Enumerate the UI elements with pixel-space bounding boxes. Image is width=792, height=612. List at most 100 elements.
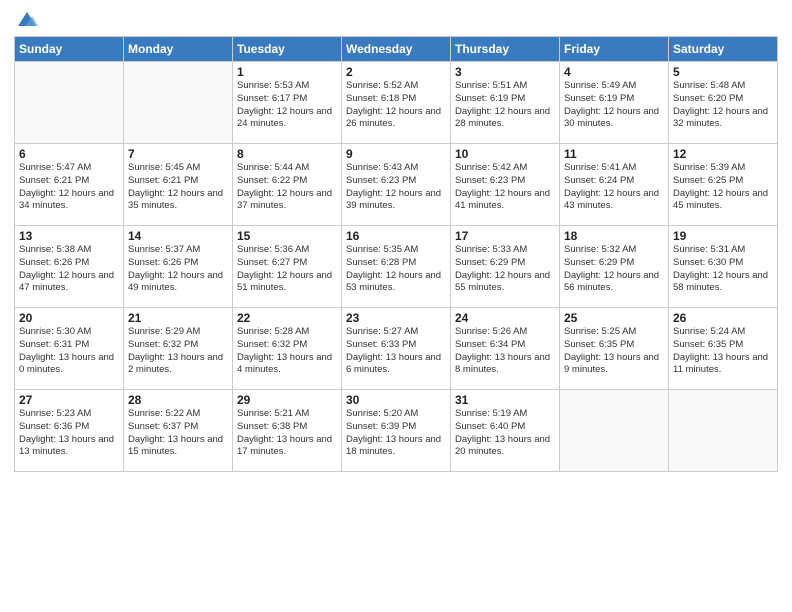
page: SundayMondayTuesdayWednesdayThursdayFrid… <box>0 0 792 612</box>
weekday-header-wednesday: Wednesday <box>342 37 451 62</box>
logo-icon <box>16 8 38 30</box>
day-number: 12 <box>673 147 773 161</box>
calendar-table: SundayMondayTuesdayWednesdayThursdayFrid… <box>14 36 778 472</box>
week-row-2: 13Sunrise: 5:38 AM Sunset: 6:26 PM Dayli… <box>15 226 778 308</box>
calendar-cell: 29Sunrise: 5:21 AM Sunset: 6:38 PM Dayli… <box>233 390 342 472</box>
calendar-cell: 8Sunrise: 5:44 AM Sunset: 6:22 PM Daylig… <box>233 144 342 226</box>
calendar-cell: 4Sunrise: 5:49 AM Sunset: 6:19 PM Daylig… <box>560 62 669 144</box>
day-info: Sunrise: 5:21 AM Sunset: 6:38 PM Dayligh… <box>237 408 337 459</box>
calendar-cell: 6Sunrise: 5:47 AM Sunset: 6:21 PM Daylig… <box>15 144 124 226</box>
calendar-cell: 12Sunrise: 5:39 AM Sunset: 6:25 PM Dayli… <box>669 144 778 226</box>
day-number: 18 <box>564 229 664 243</box>
day-number: 31 <box>455 393 555 407</box>
day-number: 9 <box>346 147 446 161</box>
day-info: Sunrise: 5:20 AM Sunset: 6:39 PM Dayligh… <box>346 408 446 459</box>
day-info: Sunrise: 5:25 AM Sunset: 6:35 PM Dayligh… <box>564 326 664 377</box>
day-info: Sunrise: 5:53 AM Sunset: 6:17 PM Dayligh… <box>237 80 337 131</box>
calendar-cell: 15Sunrise: 5:36 AM Sunset: 6:27 PM Dayli… <box>233 226 342 308</box>
calendar-cell <box>124 62 233 144</box>
day-number: 29 <box>237 393 337 407</box>
logo <box>14 10 38 30</box>
calendar-cell: 17Sunrise: 5:33 AM Sunset: 6:29 PM Dayli… <box>451 226 560 308</box>
calendar-cell: 22Sunrise: 5:28 AM Sunset: 6:32 PM Dayli… <box>233 308 342 390</box>
day-info: Sunrise: 5:45 AM Sunset: 6:21 PM Dayligh… <box>128 162 228 213</box>
day-number: 16 <box>346 229 446 243</box>
day-info: Sunrise: 5:36 AM Sunset: 6:27 PM Dayligh… <box>237 244 337 295</box>
calendar-cell: 13Sunrise: 5:38 AM Sunset: 6:26 PM Dayli… <box>15 226 124 308</box>
calendar-cell: 28Sunrise: 5:22 AM Sunset: 6:37 PM Dayli… <box>124 390 233 472</box>
calendar-cell: 27Sunrise: 5:23 AM Sunset: 6:36 PM Dayli… <box>15 390 124 472</box>
weekday-header-saturday: Saturday <box>669 37 778 62</box>
calendar-cell: 26Sunrise: 5:24 AM Sunset: 6:35 PM Dayli… <box>669 308 778 390</box>
calendar-cell: 2Sunrise: 5:52 AM Sunset: 6:18 PM Daylig… <box>342 62 451 144</box>
calendar-cell: 3Sunrise: 5:51 AM Sunset: 6:19 PM Daylig… <box>451 62 560 144</box>
day-number: 22 <box>237 311 337 325</box>
day-number: 13 <box>19 229 119 243</box>
calendar-cell <box>560 390 669 472</box>
week-row-4: 27Sunrise: 5:23 AM Sunset: 6:36 PM Dayli… <box>15 390 778 472</box>
day-info: Sunrise: 5:39 AM Sunset: 6:25 PM Dayligh… <box>673 162 773 213</box>
day-number: 30 <box>346 393 446 407</box>
day-info: Sunrise: 5:47 AM Sunset: 6:21 PM Dayligh… <box>19 162 119 213</box>
calendar-cell: 31Sunrise: 5:19 AM Sunset: 6:40 PM Dayli… <box>451 390 560 472</box>
weekday-header-thursday: Thursday <box>451 37 560 62</box>
day-number: 7 <box>128 147 228 161</box>
calendar-cell: 7Sunrise: 5:45 AM Sunset: 6:21 PM Daylig… <box>124 144 233 226</box>
calendar-cell: 25Sunrise: 5:25 AM Sunset: 6:35 PM Dayli… <box>560 308 669 390</box>
day-info: Sunrise: 5:43 AM Sunset: 6:23 PM Dayligh… <box>346 162 446 213</box>
day-info: Sunrise: 5:27 AM Sunset: 6:33 PM Dayligh… <box>346 326 446 377</box>
day-info: Sunrise: 5:41 AM Sunset: 6:24 PM Dayligh… <box>564 162 664 213</box>
day-info: Sunrise: 5:29 AM Sunset: 6:32 PM Dayligh… <box>128 326 228 377</box>
day-number: 2 <box>346 65 446 79</box>
day-number: 23 <box>346 311 446 325</box>
header <box>14 10 778 30</box>
calendar-cell: 30Sunrise: 5:20 AM Sunset: 6:39 PM Dayli… <box>342 390 451 472</box>
day-info: Sunrise: 5:28 AM Sunset: 6:32 PM Dayligh… <box>237 326 337 377</box>
day-number: 19 <box>673 229 773 243</box>
calendar-cell: 5Sunrise: 5:48 AM Sunset: 6:20 PM Daylig… <box>669 62 778 144</box>
day-number: 4 <box>564 65 664 79</box>
weekday-header-sunday: Sunday <box>15 37 124 62</box>
day-info: Sunrise: 5:26 AM Sunset: 6:34 PM Dayligh… <box>455 326 555 377</box>
day-info: Sunrise: 5:42 AM Sunset: 6:23 PM Dayligh… <box>455 162 555 213</box>
day-info: Sunrise: 5:52 AM Sunset: 6:18 PM Dayligh… <box>346 80 446 131</box>
week-row-1: 6Sunrise: 5:47 AM Sunset: 6:21 PM Daylig… <box>15 144 778 226</box>
day-info: Sunrise: 5:49 AM Sunset: 6:19 PM Dayligh… <box>564 80 664 131</box>
day-number: 10 <box>455 147 555 161</box>
calendar-cell: 24Sunrise: 5:26 AM Sunset: 6:34 PM Dayli… <box>451 308 560 390</box>
day-number: 8 <box>237 147 337 161</box>
calendar-cell: 23Sunrise: 5:27 AM Sunset: 6:33 PM Dayli… <box>342 308 451 390</box>
day-info: Sunrise: 5:33 AM Sunset: 6:29 PM Dayligh… <box>455 244 555 295</box>
calendar-cell: 10Sunrise: 5:42 AM Sunset: 6:23 PM Dayli… <box>451 144 560 226</box>
day-number: 6 <box>19 147 119 161</box>
day-number: 24 <box>455 311 555 325</box>
day-number: 25 <box>564 311 664 325</box>
day-info: Sunrise: 5:48 AM Sunset: 6:20 PM Dayligh… <box>673 80 773 131</box>
day-info: Sunrise: 5:30 AM Sunset: 6:31 PM Dayligh… <box>19 326 119 377</box>
day-number: 5 <box>673 65 773 79</box>
calendar-cell <box>669 390 778 472</box>
week-row-0: 1Sunrise: 5:53 AM Sunset: 6:17 PM Daylig… <box>15 62 778 144</box>
calendar-cell: 19Sunrise: 5:31 AM Sunset: 6:30 PM Dayli… <box>669 226 778 308</box>
calendar-cell: 21Sunrise: 5:29 AM Sunset: 6:32 PM Dayli… <box>124 308 233 390</box>
calendar-cell: 1Sunrise: 5:53 AM Sunset: 6:17 PM Daylig… <box>233 62 342 144</box>
day-info: Sunrise: 5:51 AM Sunset: 6:19 PM Dayligh… <box>455 80 555 131</box>
week-row-3: 20Sunrise: 5:30 AM Sunset: 6:31 PM Dayli… <box>15 308 778 390</box>
calendar-cell <box>15 62 124 144</box>
weekday-header-friday: Friday <box>560 37 669 62</box>
day-info: Sunrise: 5:23 AM Sunset: 6:36 PM Dayligh… <box>19 408 119 459</box>
calendar-cell: 16Sunrise: 5:35 AM Sunset: 6:28 PM Dayli… <box>342 226 451 308</box>
day-number: 27 <box>19 393 119 407</box>
day-number: 28 <box>128 393 228 407</box>
day-info: Sunrise: 5:19 AM Sunset: 6:40 PM Dayligh… <box>455 408 555 459</box>
calendar-cell: 14Sunrise: 5:37 AM Sunset: 6:26 PM Dayli… <box>124 226 233 308</box>
day-number: 11 <box>564 147 664 161</box>
day-info: Sunrise: 5:44 AM Sunset: 6:22 PM Dayligh… <box>237 162 337 213</box>
day-number: 1 <box>237 65 337 79</box>
weekday-header-monday: Monday <box>124 37 233 62</box>
calendar-cell: 9Sunrise: 5:43 AM Sunset: 6:23 PM Daylig… <box>342 144 451 226</box>
calendar-cell: 20Sunrise: 5:30 AM Sunset: 6:31 PM Dayli… <box>15 308 124 390</box>
day-number: 15 <box>237 229 337 243</box>
calendar-cell: 11Sunrise: 5:41 AM Sunset: 6:24 PM Dayli… <box>560 144 669 226</box>
day-info: Sunrise: 5:37 AM Sunset: 6:26 PM Dayligh… <box>128 244 228 295</box>
